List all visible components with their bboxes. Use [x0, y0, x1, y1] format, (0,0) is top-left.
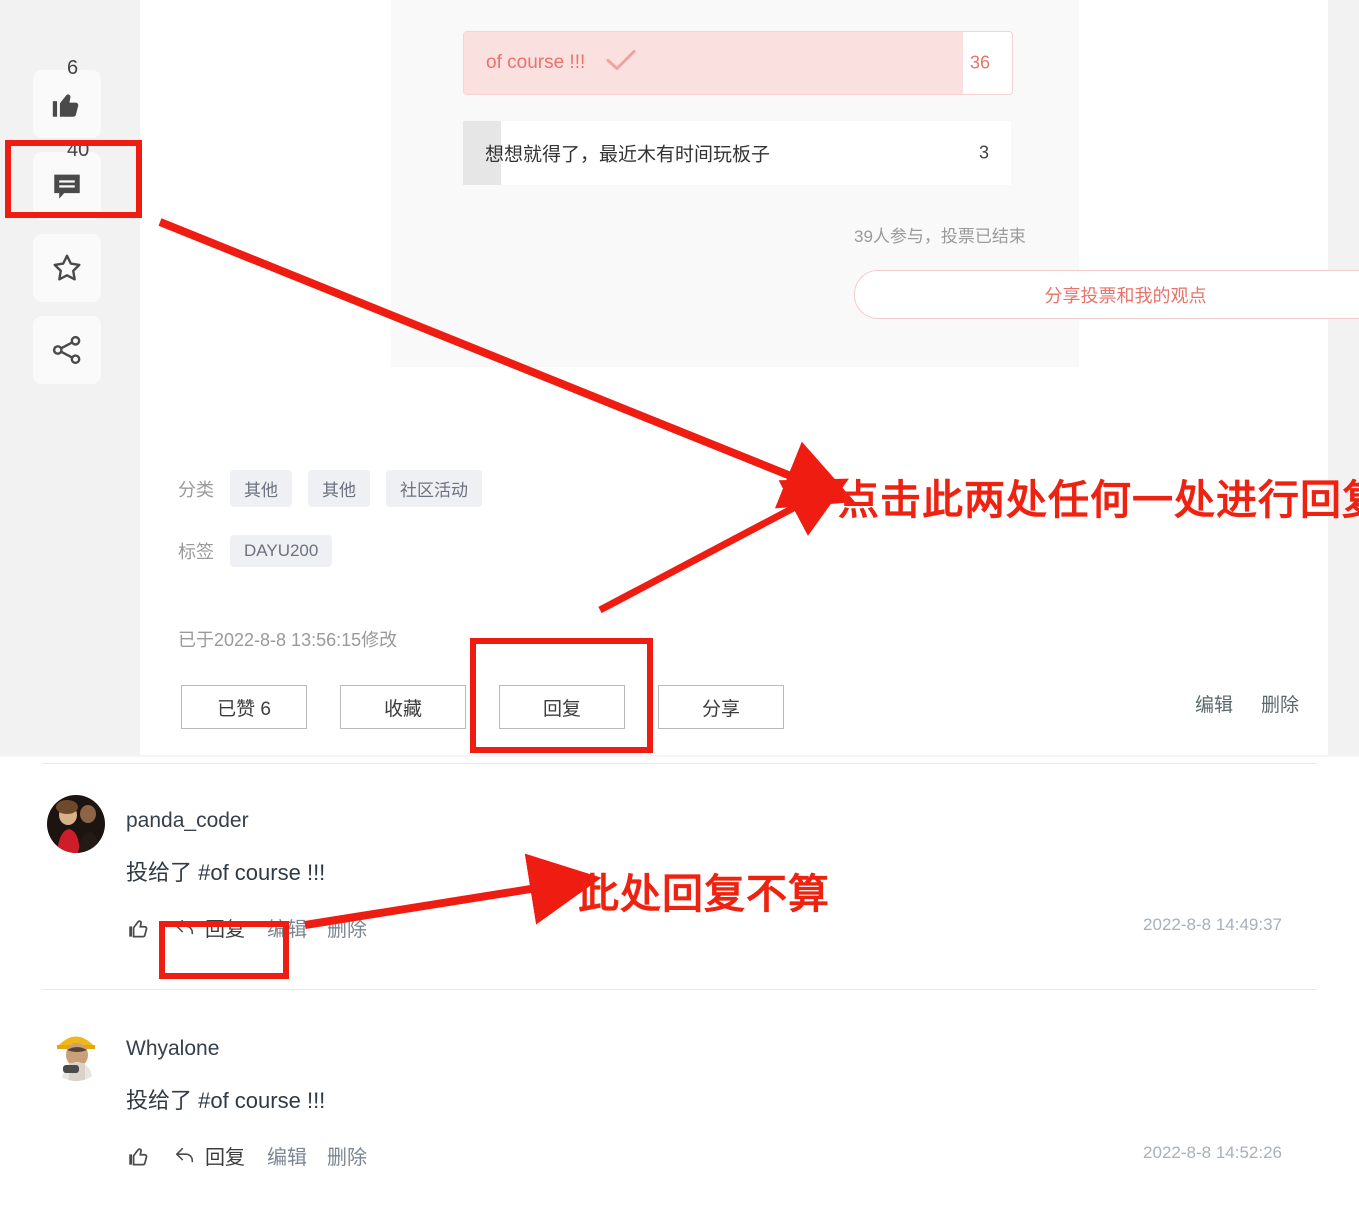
- thumbs-up-icon: [50, 87, 84, 121]
- category-chip[interactable]: 其他: [308, 470, 370, 507]
- annotation-secondary-text: 此处回复不算: [578, 871, 830, 917]
- comment-edit-link[interactable]: 编辑: [267, 913, 307, 942]
- comment-edit-link[interactable]: 编辑: [267, 1141, 307, 1170]
- floating-action-rail: 6 40: [33, 58, 103, 398]
- poll-option-row[interactable]: 想想就得了，最近木有时间玩板子 3: [463, 121, 1011, 185]
- comment-actions: 回复 编辑 删除: [126, 913, 387, 942]
- poll-option-row[interactable]: of course !!! 36: [463, 31, 1013, 95]
- tag-row: 标签 DAYU200: [178, 535, 348, 567]
- comment-timestamp: 2022-8-8 14:49:37: [1143, 915, 1282, 934]
- poll-card: of course !!! 36 想想就得了，最近木有时间玩板子 3 39人参与…: [391, 0, 1359, 367]
- page-right-gutter: [1328, 0, 1359, 755]
- annotation-primary-text: 点击此两处任何一处进行回复: [838, 477, 1359, 523]
- comment-icon: [50, 169, 84, 203]
- star-icon: [50, 251, 84, 285]
- comment-like-icon[interactable]: [126, 915, 152, 941]
- poll-meta-text: 39人参与，投票已结束: [854, 227, 1026, 246]
- avatar[interactable]: [47, 795, 105, 853]
- comment-reply-label: 回复: [205, 919, 245, 941]
- delete-post-link[interactable]: 删除: [1261, 690, 1299, 717]
- rail-share-button[interactable]: [33, 316, 101, 384]
- comment-body: 投给了 #of course !!!: [126, 1088, 326, 1113]
- comment-username[interactable]: Whyalone: [126, 1037, 219, 1061]
- share-vote-button[interactable]: 分享投票和我的观点: [854, 270, 1359, 319]
- rail-like-button[interactable]: 6: [33, 58, 101, 138]
- avatar[interactable]: [47, 1023, 105, 1081]
- comment-like-icon[interactable]: [126, 1143, 152, 1169]
- share-button[interactable]: 分享: [658, 685, 784, 729]
- edit-post-link[interactable]: 编辑: [1195, 690, 1233, 717]
- comment-reply-label: 回复: [205, 1147, 245, 1169]
- comment-reply-button[interactable]: 回复: [174, 1141, 245, 1170]
- screenshot-root: 6 40 of course !!! 36 想想就得了，最近木有时间玩板子 3 …: [0, 0, 1359, 1212]
- article-action-bar: 已赞 6 收藏 回复 分享: [181, 685, 817, 729]
- divider: [42, 989, 1316, 990]
- category-row: 分类 其他 其他 社区活动: [178, 470, 498, 507]
- owner-operations: 编辑 删除: [1195, 690, 1299, 717]
- category-label: 分类: [178, 479, 214, 500]
- rail-comment-count: 40: [67, 139, 90, 161]
- tag-label: 标签: [178, 542, 214, 562]
- share-icon: [50, 333, 84, 367]
- category-chip[interactable]: 社区活动: [386, 470, 482, 507]
- comment-actions: 回复 编辑 删除: [126, 1141, 387, 1170]
- divider: [42, 763, 1316, 764]
- modified-time: 已于2022-8-8 13:56:15修改: [178, 630, 398, 650]
- comment-list: panda_coder 投给了 #of course !!! 回复 编辑 删除 …: [0, 757, 1359, 1212]
- tag-chip[interactable]: DAYU200: [230, 535, 333, 567]
- comment-body: 投给了 #of course !!!: [126, 860, 326, 885]
- comment-timestamp: 2022-8-8 14:52:26: [1143, 1143, 1282, 1162]
- check-icon: [604, 48, 638, 79]
- category-chip[interactable]: 其他: [230, 470, 292, 507]
- poll-option-label: 想想就得了，最近木有时间玩板子: [485, 144, 771, 166]
- liked-button[interactable]: 已赞 6: [181, 685, 307, 729]
- comment-username[interactable]: panda_coder: [126, 809, 249, 833]
- poll-option-count: 3: [978, 142, 989, 163]
- rail-favorite-button[interactable]: [33, 234, 101, 302]
- comment-reply-button[interactable]: 回复: [174, 913, 245, 942]
- rail-like-count: 6: [67, 57, 79, 79]
- favorite-button[interactable]: 收藏: [340, 685, 466, 729]
- rail-comment-button[interactable]: 40: [33, 140, 101, 220]
- reply-button[interactable]: 回复: [499, 685, 625, 729]
- comment-delete-link[interactable]: 删除: [327, 1141, 367, 1170]
- comment-delete-link[interactable]: 删除: [327, 913, 367, 942]
- poll-option-label: of course !!!: [486, 52, 586, 73]
- poll-option-count: 36: [969, 52, 990, 73]
